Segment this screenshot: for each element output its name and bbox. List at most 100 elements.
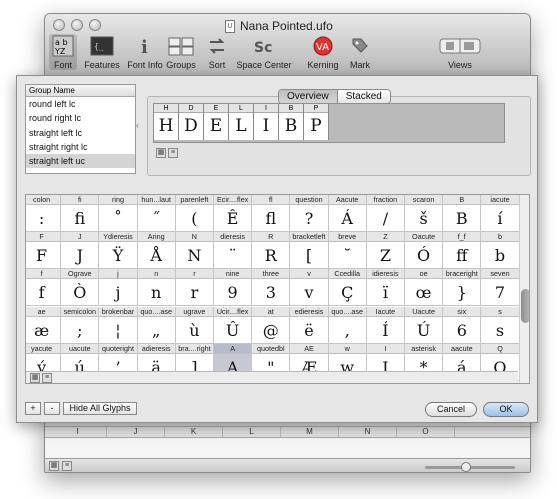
group-glyph-cell[interactable]: HH — [154, 104, 179, 140]
remove-group-button[interactable]: - — [44, 402, 60, 415]
toolbar-item-sort[interactable]: Sort — [205, 34, 229, 70]
glyph-cell[interactable]: hun...laut ˝ — [137, 195, 176, 232]
group-list-item[interactable]: straight left lc — [26, 126, 135, 140]
list-view-icon[interactable]: ≡ — [62, 461, 72, 471]
glyph-cell[interactable]: Oacute Ó — [405, 232, 444, 270]
glyph-cell[interactable]: dieresis ¨ — [214, 232, 253, 270]
glyph-cell[interactable]: edieresis ë — [290, 306, 329, 344]
glyph-cell[interactable]: fi fi — [61, 195, 100, 232]
tab-stacked[interactable]: Stacked — [337, 90, 390, 103]
glyph-cell[interactable]: BB — [443, 195, 482, 232]
glyph-cell[interactable]: breve ˘ — [328, 232, 367, 270]
group-glyph-box[interactable]: HHDDEELLIIBBPP — [153, 103, 505, 143]
glyph-cell[interactable]: iacute í — [481, 195, 520, 232]
glyph-cell[interactable]: Ucir....flex Û — [214, 306, 253, 344]
group-glyph-cell[interactable]: PP — [304, 104, 329, 140]
glyph-cell[interactable]: bracketleft [ — [290, 232, 329, 270]
group-list-item[interactable]: round right lc — [26, 111, 135, 125]
glyph-cell[interactable]: seven 7 — [481, 269, 520, 307]
glyph-cell[interactable]: Iacute Í — [366, 306, 405, 344]
toolbar-item-space-center[interactable]: Sc Space Center — [235, 34, 293, 70]
glyph-cell[interactable]: three 3 — [252, 269, 291, 307]
glyph-preview: / — [382, 209, 389, 228]
toolbar-item-groups[interactable]: Groups — [165, 34, 197, 70]
add-group-button[interactable]: + — [25, 402, 41, 415]
glyph-preview: fl — [265, 209, 277, 228]
glyph-cell[interactable]: colon: — [26, 195, 62, 232]
glyph-cell[interactable]: bb — [481, 232, 520, 270]
group-list-item[interactable]: straight right lc — [26, 140, 135, 154]
toolbar-item-kerning[interactable]: VA Kerning — [307, 34, 339, 70]
glyph-cell[interactable]: Ydieresis Ÿ — [99, 232, 138, 270]
ok-button[interactable]: OK — [483, 402, 529, 417]
scrollbar-thumb[interactable] — [521, 289, 529, 323]
toolbar-item-mark[interactable]: Mark — [347, 34, 373, 70]
glyph-cell[interactable]: rr — [175, 269, 214, 307]
slider-knob[interactable] — [461, 462, 471, 472]
glyph-cell[interactable]: Ograve Ò — [61, 269, 100, 307]
glyph-cell[interactable]: ring ˚ — [99, 195, 138, 232]
group-list-item[interactable]: round left lc — [26, 97, 135, 111]
group-list-item[interactable]: straight left uc — [26, 154, 135, 169]
glyph-cell[interactable]: fraction / — [366, 195, 405, 232]
glyph-cell[interactable]: parenleft ( — [175, 195, 214, 232]
glyph-cell[interactable]: Ecir....flex Ê — [214, 195, 253, 232]
group-list-header[interactable]: Group Name — [26, 85, 135, 97]
tab-overview[interactable]: Overview — [279, 90, 338, 103]
group-glyph-cell[interactable]: DD — [179, 104, 204, 140]
toolbar-item-font[interactable]: a b YZ Font — [49, 34, 77, 70]
glyph-cell[interactable]: nine 9 — [214, 269, 253, 307]
glyph-cell[interactable]: RR — [252, 232, 291, 270]
glyph-cell[interactable]: brokenbar ¦ — [99, 306, 138, 344]
minimize-window-button[interactable] — [71, 19, 83, 31]
glyph-cell[interactable]: quo....ase „ — [137, 306, 176, 344]
zoom-window-button[interactable] — [89, 19, 101, 31]
close-window-button[interactable] — [53, 19, 65, 31]
glyph-cell[interactable]: jj — [99, 269, 138, 307]
cancel-button[interactable]: Cancel — [425, 402, 477, 417]
toolbar-item-features[interactable]: {_ Features — [83, 34, 121, 70]
grid-view-icon[interactable]: ▦ — [49, 461, 59, 471]
glyph-grid-scrollbar[interactable] — [519, 195, 529, 383]
glyph-cell[interactable]: oe œ — [405, 269, 444, 307]
glyph-cell[interactable]: ZZ — [366, 232, 405, 270]
glyph-cell[interactable]: Ccedilla Ç — [328, 269, 367, 307]
glyph-cell[interactable]: ae æ — [26, 306, 62, 344]
glyph-cell[interactable]: ugrave ù — [175, 306, 214, 344]
glyph-cell[interactable]: nn — [137, 269, 176, 307]
glyph-cell[interactable]: scaron š — [405, 195, 444, 232]
glyph-cell[interactable]: fl fl — [252, 195, 291, 232]
splitter-handle-icon[interactable]: ‹ — [136, 121, 139, 130]
group-list-view-icon[interactable]: ≡ — [168, 148, 178, 158]
glyph-cell[interactable]: JJ — [61, 232, 100, 270]
glyph-cell[interactable]: quo....ase ‚ — [328, 306, 367, 344]
glyph-cell[interactable]: ss — [481, 306, 520, 344]
glyph-cell[interactable]: question? — [290, 195, 329, 232]
hide-all-glyphs-button[interactable]: Hide All Glyphs — [63, 402, 137, 415]
toolbar-item-font-info[interactable]: i Font Info — [127, 34, 163, 70]
glyph-cell[interactable]: Aring Å — [137, 232, 176, 270]
group-glyph-cell[interactable]: II — [254, 104, 279, 140]
toolbar-item-views[interactable]: Views — [437, 34, 483, 70]
glyph-cell[interactable]: FF — [26, 232, 62, 270]
group-glyph-cell[interactable]: EE — [204, 104, 229, 140]
background-glyph-name: J — [107, 427, 165, 437]
glyph-cell[interactable]: braceright} — [443, 269, 482, 307]
glyph-cell[interactable]: six 6 — [443, 306, 482, 344]
group-glyph-cell[interactable]: LL — [229, 104, 254, 140]
cell-size-slider[interactable] — [425, 462, 515, 472]
glyph-cell[interactable]: vv — [290, 269, 329, 307]
glyph-cell[interactable]: at @ — [252, 306, 291, 344]
glyph-cell[interactable]: Aacute Á — [328, 195, 367, 232]
glyphs-grid-view-icon[interactable]: ▦ — [30, 373, 40, 383]
group-glyph-cell[interactable]: BB — [279, 104, 304, 140]
glyph-cell[interactable]: NN — [175, 232, 214, 270]
group-grid-view-icon[interactable]: ▦ — [156, 148, 166, 158]
glyph-cell[interactable]: ff — [26, 269, 62, 307]
glyph-cell[interactable]: idieresis ï — [366, 269, 405, 307]
glyph-cell[interactable]: semicolon; — [61, 306, 100, 344]
background-glyph-name: O — [397, 427, 455, 437]
glyph-cell[interactable]: f_f ff — [443, 232, 482, 270]
glyph-cell[interactable]: Uacute Ú — [405, 306, 444, 344]
glyphs-list-view-icon[interactable]: ≡ — [42, 373, 52, 383]
